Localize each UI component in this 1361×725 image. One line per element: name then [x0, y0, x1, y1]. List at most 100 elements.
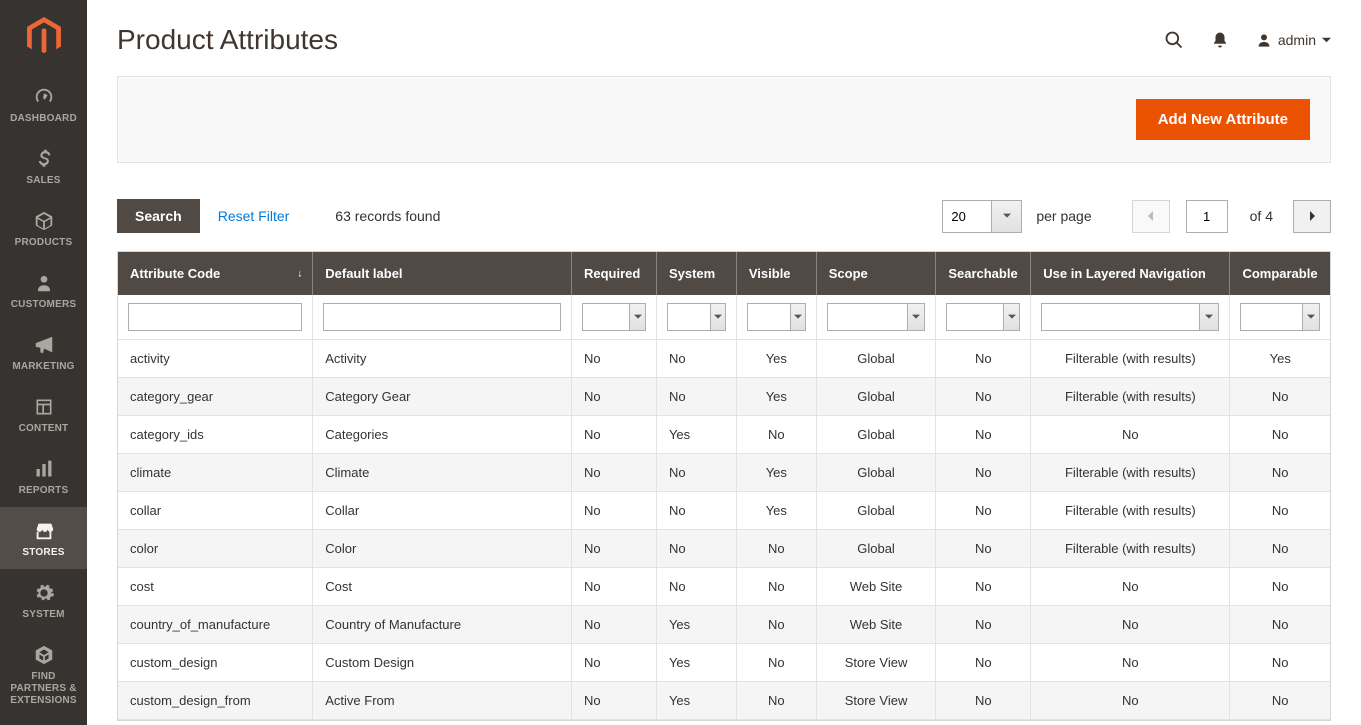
sidebar-item-find-partners[interactable]: FIND PARTNERS & EXTENSIONS — [0, 631, 87, 717]
column-header-label[interactable]: Default label — [313, 252, 572, 295]
cell-required: No — [571, 606, 656, 644]
cell-required: No — [571, 378, 656, 416]
column-header-comparable[interactable]: Comparable — [1230, 252, 1330, 295]
cell-comparable: No — [1230, 492, 1330, 530]
sidebar-item-system[interactable]: SYSTEM — [0, 569, 87, 631]
cell-comparable: No — [1230, 644, 1330, 682]
filter-cell-visible — [736, 295, 816, 340]
column-header-searchable[interactable]: Searchable — [936, 252, 1031, 295]
cell-layered: No — [1031, 416, 1230, 454]
sidebar-item-content[interactable]: CONTENT — [0, 383, 87, 445]
cell-scope: Store View — [816, 682, 936, 720]
pager-current-input[interactable] — [1186, 200, 1228, 233]
chevron-down-icon — [714, 313, 722, 321]
magento-logo[interactable] — [0, 0, 87, 73]
filter-select-scope[interactable] — [827, 303, 908, 331]
filter-select-button-scope[interactable] — [908, 303, 926, 331]
sidebar-item-label: CUSTOMERS — [11, 299, 77, 311]
toolbar-left: Search Reset Filter 63 records found — [117, 199, 440, 233]
chevron-down-icon — [1322, 36, 1331, 45]
per-page-input[interactable] — [942, 200, 992, 233]
column-header-system[interactable]: System — [656, 252, 736, 295]
table-row[interactable]: collarCollarNoNoYesGlobalNoFilterable (w… — [118, 492, 1330, 530]
cell-code: collar — [118, 492, 313, 530]
column-header-layered[interactable]: Use in Layered Navigation — [1031, 252, 1230, 295]
chevron-down-icon — [912, 313, 920, 321]
cell-visible: Yes — [736, 378, 816, 416]
table-row[interactable]: category_idsCategoriesNoYesNoGlobalNoNoN… — [118, 416, 1330, 454]
sidebar-item-label: REPORTS — [19, 485, 69, 497]
pager-next-button[interactable] — [1293, 200, 1331, 233]
chevron-left-icon — [1146, 211, 1156, 221]
filter-cell-code — [118, 295, 313, 340]
pager-prev-button[interactable] — [1132, 200, 1170, 233]
sidebar-item-dashboard[interactable]: DASHBOARD — [0, 73, 87, 135]
per-page-dropdown-button[interactable] — [992, 200, 1022, 233]
chevron-down-icon — [1008, 313, 1016, 321]
cell-required: No — [571, 340, 656, 378]
cell-searchable: No — [936, 416, 1031, 454]
filter-select-button-searchable[interactable] — [1004, 303, 1020, 331]
search-button[interactable]: Search — [117, 199, 200, 233]
reset-filter-link[interactable]: Reset Filter — [218, 208, 290, 224]
cell-scope: Global — [816, 454, 936, 492]
sidebar-item-label: CONTENT — [19, 423, 69, 435]
sidebar-item-customers[interactable]: CUSTOMERS — [0, 259, 87, 321]
sidebar-item-marketing[interactable]: MARKETING — [0, 321, 87, 383]
filter-select-comparable[interactable] — [1240, 303, 1303, 331]
sort-indicator-icon: ↓ — [297, 268, 302, 279]
table-row[interactable]: costCostNoNoNoWeb SiteNoNoNo — [118, 568, 1330, 606]
table-row[interactable]: climateClimateNoNoYesGlobalNoFilterable … — [118, 454, 1330, 492]
sidebar-item-sales[interactable]: SALES — [0, 135, 87, 197]
cell-code: climate — [118, 454, 313, 492]
notifications-icon[interactable] — [1210, 30, 1230, 50]
filter-select-searchable[interactable] — [946, 303, 1004, 331]
table-row[interactable]: activityActivityNoNoYesGlobalNoFilterabl… — [118, 340, 1330, 378]
filter-select-system[interactable] — [667, 303, 711, 331]
sidebar-item-stores[interactable]: STORES — [0, 507, 87, 569]
cell-searchable: No — [936, 454, 1031, 492]
filter-select-button-layered[interactable] — [1200, 303, 1220, 331]
cell-system: No — [656, 568, 736, 606]
filter-select-button-required[interactable] — [630, 303, 645, 331]
filter-select-button-comparable[interactable] — [1303, 303, 1320, 331]
column-header-scope[interactable]: Scope — [816, 252, 936, 295]
cell-visible: Yes — [736, 454, 816, 492]
filter-select-layered[interactable] — [1041, 303, 1200, 331]
filter-input-code[interactable] — [128, 303, 302, 331]
filter-select-button-visible[interactable] — [791, 303, 806, 331]
cell-searchable: No — [936, 568, 1031, 606]
cell-comparable: Yes — [1230, 340, 1330, 378]
sidebar-item-reports[interactable]: REPORTS — [0, 445, 87, 507]
table-row[interactable]: custom_designCustom DesignNoYesNoStore V… — [118, 644, 1330, 682]
chevron-down-icon — [794, 313, 802, 321]
sidebar-item-label: MARKETING — [12, 361, 74, 373]
page-title: Product Attributes — [117, 24, 338, 56]
filter-input-label[interactable] — [323, 303, 561, 331]
sidebar-item-products[interactable]: PRODUCTS — [0, 197, 87, 259]
column-header-code[interactable]: Attribute Code↓ — [118, 252, 313, 295]
cell-scope: Web Site — [816, 606, 936, 644]
column-header-required[interactable]: Required — [571, 252, 656, 295]
filter-select-button-system[interactable] — [711, 303, 726, 331]
search-icon[interactable] — [1164, 30, 1184, 50]
add-new-attribute-button[interactable]: Add New Attribute — [1136, 99, 1310, 140]
cell-label: Category Gear — [313, 378, 572, 416]
table-row[interactable]: custom_design_fromActive FromNoYesNoStor… — [118, 682, 1330, 720]
cell-layered: No — [1031, 606, 1230, 644]
cell-label: Color — [313, 530, 572, 568]
table-row[interactable]: country_of_manufactureCountry of Manufac… — [118, 606, 1330, 644]
filter-select-required[interactable] — [582, 303, 630, 331]
admin-account-dropdown[interactable]: admin — [1256, 32, 1331, 48]
per-page-select[interactable] — [942, 200, 1022, 233]
chevron-right-icon — [1307, 211, 1317, 221]
cell-searchable: No — [936, 530, 1031, 568]
cell-scope: Global — [816, 530, 936, 568]
filter-cell-system — [656, 295, 736, 340]
table-row[interactable]: category_gearCategory GearNoNoYesGlobalN… — [118, 378, 1330, 416]
sales-icon — [32, 147, 56, 171]
table-row[interactable]: colorColorNoNoNoGlobalNoFilterable (with… — [118, 530, 1330, 568]
column-header-visible[interactable]: Visible — [736, 252, 816, 295]
products-icon — [32, 209, 56, 233]
filter-select-visible[interactable] — [747, 303, 791, 331]
